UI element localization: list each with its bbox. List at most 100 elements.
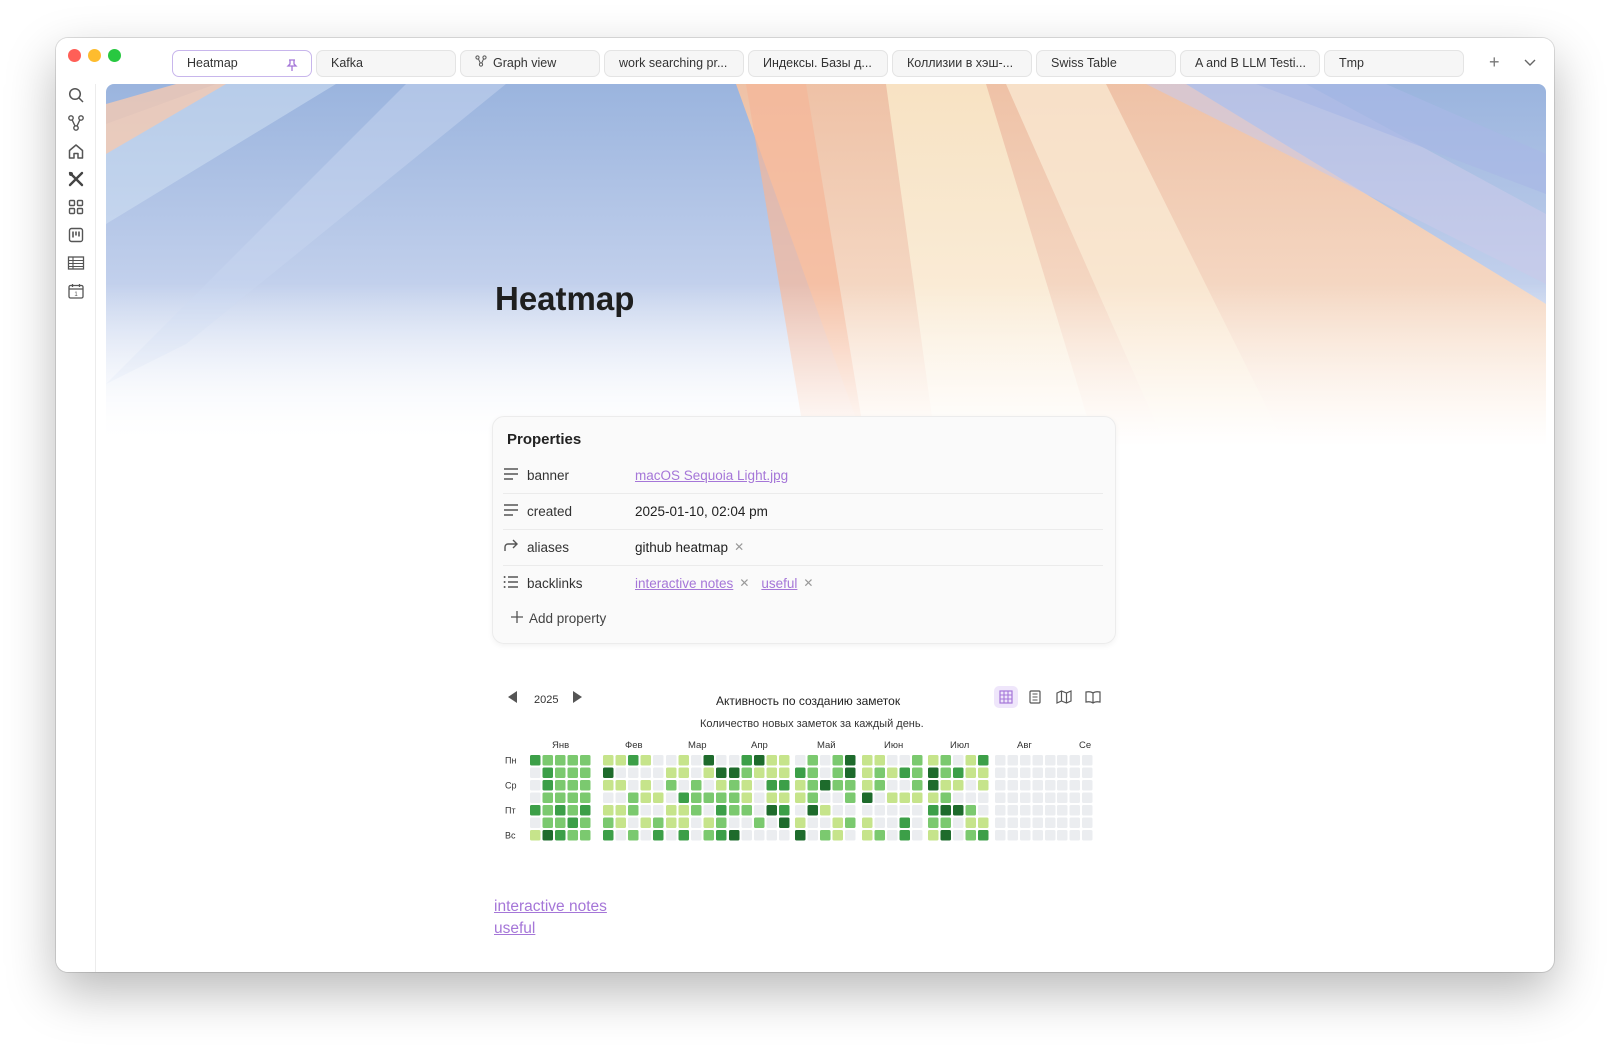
- heatmap-day-cell[interactable]: [1032, 805, 1044, 816]
- heatmap-day-cell[interactable]: [716, 817, 727, 829]
- heatmap-day-cell[interactable]: [567, 792, 579, 804]
- heatmap-day-cell[interactable]: [899, 792, 911, 804]
- heatmap-day-cell[interactable]: [832, 830, 844, 841]
- heatmap-day-cell[interactable]: [807, 792, 819, 804]
- heatmap-day-cell[interactable]: [1007, 805, 1019, 816]
- heatmap-day-cell[interactable]: [899, 805, 911, 816]
- heatmap-day-cell[interactable]: [978, 830, 989, 841]
- heatmap-day-cell[interactable]: [978, 780, 989, 791]
- heatmap-day-cell[interactable]: [912, 755, 923, 766]
- heatmap-day-cell[interactable]: [899, 780, 911, 791]
- heatmap-day-cell[interactable]: [615, 755, 627, 766]
- heatmap-day-cell[interactable]: [640, 767, 652, 779]
- heatmap-day-cell[interactable]: [741, 817, 753, 829]
- heatmap-day-cell[interactable]: [1069, 817, 1081, 829]
- heatmap-day-cell[interactable]: [874, 767, 886, 779]
- heatmap-day-cell[interactable]: [678, 817, 690, 829]
- heatmap-day-cell[interactable]: [754, 767, 765, 779]
- heatmap-day-cell[interactable]: [995, 755, 1006, 766]
- heatmap-day-cell[interactable]: [887, 817, 898, 829]
- property-key[interactable]: backlinks: [527, 576, 583, 591]
- heatmap-day-cell[interactable]: [678, 767, 690, 779]
- heatmap-day-cell[interactable]: [615, 830, 627, 841]
- heatmap-day-cell[interactable]: [1045, 830, 1056, 841]
- heatmap-day-cell[interactable]: [1020, 780, 1031, 791]
- heatmap-day-cell[interactable]: [1007, 780, 1019, 791]
- heatmap-day-cell[interactable]: [628, 767, 639, 779]
- heatmap-day-cell[interactable]: [741, 767, 753, 779]
- heatmap-day-cell[interactable]: [628, 780, 639, 791]
- heatmap-day-cell[interactable]: [953, 805, 964, 816]
- heatmap-day-cell[interactable]: [832, 817, 844, 829]
- heatmap-day-cell[interactable]: [766, 767, 778, 779]
- property-value[interactable]: 2025-01-10, 02:04 pm: [635, 504, 768, 519]
- heatmap-day-cell[interactable]: [928, 805, 939, 816]
- heatmap-day-cell[interactable]: [1069, 830, 1081, 841]
- heatmap-day-cell[interactable]: [795, 805, 806, 816]
- heatmap-day-cell[interactable]: [766, 830, 778, 841]
- heatmap-day-cell[interactable]: [691, 817, 702, 829]
- heatmap-day-cell[interactable]: [716, 805, 727, 816]
- heatmap-day-cell[interactable]: [754, 830, 765, 841]
- heatmap-day-cell[interactable]: [795, 792, 806, 804]
- heatmap-day-cell[interactable]: [1082, 817, 1093, 829]
- heatmap-day-cell[interactable]: [1069, 805, 1081, 816]
- heatmap-day-cell[interactable]: [1082, 805, 1093, 816]
- heatmap-day-cell[interactable]: [729, 830, 740, 841]
- heatmap-day-cell[interactable]: [716, 792, 727, 804]
- heatmap-day-cell[interactable]: [766, 792, 778, 804]
- heatmap-day-cell[interactable]: [928, 830, 939, 841]
- heatmap-day-cell[interactable]: [807, 767, 819, 779]
- calendar-icon[interactable]: 1: [67, 282, 85, 300]
- heatmap-day-cell[interactable]: [995, 780, 1006, 791]
- backlink-interactive-notes[interactable]: interactive notes: [494, 896, 607, 918]
- heatmap-day-cell[interactable]: [640, 792, 652, 804]
- heatmap-day-cell[interactable]: [666, 780, 677, 791]
- heatmap-day-cell[interactable]: [1007, 755, 1019, 766]
- heatmap-day-cell[interactable]: [666, 817, 677, 829]
- heatmap-day-cell[interactable]: [666, 792, 677, 804]
- heatmap-day-cell[interactable]: [580, 767, 591, 779]
- heatmap-day-cell[interactable]: [1082, 830, 1093, 841]
- heatmap-day-cell[interactable]: [691, 780, 702, 791]
- heatmap-day-cell[interactable]: [978, 817, 989, 829]
- heatmap-day-cell[interactable]: [874, 755, 886, 766]
- heatmap-day-cell[interactable]: [628, 755, 639, 766]
- heatmap-day-cell[interactable]: [628, 817, 639, 829]
- heatmap-day-cell[interactable]: [1032, 792, 1044, 804]
- heatmap-day-cell[interactable]: [928, 817, 939, 829]
- map-view-icon[interactable]: [1052, 686, 1076, 708]
- heatmap-day-cell[interactable]: [779, 755, 790, 766]
- home-icon[interactable]: [67, 142, 85, 160]
- kanban-icon[interactable]: [67, 226, 85, 244]
- heatmap-day-cell[interactable]: [995, 792, 1006, 804]
- heatmap-day-cell[interactable]: [1032, 817, 1044, 829]
- heatmap-day-cell[interactable]: [729, 755, 740, 766]
- heatmap-day-cell[interactable]: [845, 755, 856, 766]
- heatmap-day-cell[interactable]: [862, 767, 873, 779]
- heatmap-day-cell[interactable]: [899, 755, 911, 766]
- heatmap-day-cell[interactable]: [953, 817, 964, 829]
- heatmap-day-cell[interactable]: [555, 805, 566, 816]
- heatmap-day-cell[interactable]: [779, 792, 790, 804]
- heatmap-day-cell[interactable]: [703, 755, 715, 766]
- heatmap-day-cell[interactable]: [666, 755, 677, 766]
- heatmap-day-cell[interactable]: [653, 792, 664, 804]
- heatmap-day-cell[interactable]: [615, 780, 627, 791]
- heatmap-day-cell[interactable]: [995, 830, 1006, 841]
- tab-heatmap[interactable]: Heatmap: [172, 50, 312, 77]
- heatmap-day-cell[interactable]: [580, 805, 591, 816]
- heatmap-day-cell[interactable]: [580, 755, 591, 766]
- heatmap-day-cell[interactable]: [691, 830, 702, 841]
- pin-icon[interactable]: [285, 56, 299, 76]
- heatmap-day-cell[interactable]: [628, 805, 639, 816]
- heatmap-day-cell[interactable]: [555, 755, 566, 766]
- heatmap-day-cell[interactable]: [899, 817, 911, 829]
- heatmap-day-cell[interactable]: [1020, 755, 1031, 766]
- heatmap-day-cell[interactable]: [567, 805, 579, 816]
- heatmap-day-cell[interactable]: [1020, 767, 1031, 779]
- heatmap-day-cell[interactable]: [729, 767, 740, 779]
- property-value[interactable]: github heatmap: [635, 540, 728, 555]
- heatmap-day-cell[interactable]: [820, 755, 831, 766]
- tab-swiss-table[interactable]: Swiss Table: [1036, 50, 1176, 77]
